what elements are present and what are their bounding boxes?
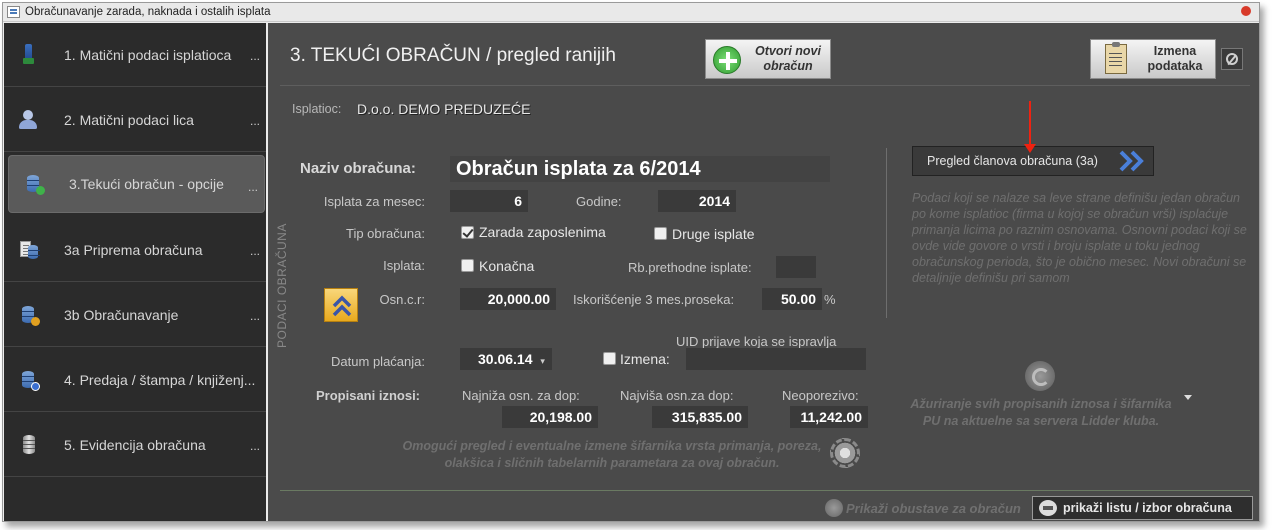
najvisa-field[interactable]: 315,835.00: [652, 406, 748, 428]
database-check-icon: [23, 173, 45, 195]
database-info-icon: [18, 369, 40, 391]
godine-label: Godine:: [576, 194, 622, 209]
sheet-database-icon: [18, 239, 40, 261]
iskor-field[interactable]: 50.00: [762, 288, 822, 310]
naziv-label: Naziv obračuna:: [300, 160, 416, 177]
main-area: 3. TEKUĆI OBRAČUN / pregled ranijih Otvo…: [268, 23, 1259, 521]
isplata-label: Isplata:: [383, 258, 425, 273]
druge-label: Druge isplate: [672, 226, 755, 242]
list-calculations-button[interactable]: prikaži listu / izbor obračuna: [1032, 496, 1253, 520]
izmena-checkbox[interactable]: [603, 352, 616, 365]
double-chevron-right-icon: [1119, 150, 1144, 172]
izmena-label: Izmena:: [620, 351, 670, 367]
page-title: 3. TEKUĆI OBRAČUN / pregled ranijih: [290, 45, 616, 66]
more-dots: ...: [249, 309, 260, 323]
konacna-checkbox[interactable]: [461, 259, 474, 272]
obustave-link[interactable]: Prikaži obustave za obračun: [846, 501, 1021, 516]
chevron-down-icon[interactable]: ▾: [540, 356, 545, 366]
more-dots: ...: [249, 439, 260, 453]
osn-field[interactable]: 20,000.00: [460, 288, 556, 310]
rb-field[interactable]: [776, 256, 816, 278]
more-dots: ...: [249, 244, 260, 258]
payer-name: D.o.o. DEMO PREDUZEĆE: [357, 101, 531, 117]
neoporezivo-field[interactable]: 11,242.00: [790, 406, 868, 428]
bottom-bar: Prikaži obustave za obračun prikaži list…: [268, 495, 1259, 521]
title-bar: Obračunavanje zarada, naknada i ostalih …: [3, 3, 1259, 22]
edit-data-label: Izmena podataka: [1147, 44, 1203, 73]
gear-icon[interactable]: [830, 438, 860, 468]
mesec-label: Isplata za mesec:: [323, 194, 425, 209]
list-calculations-label: prikaži listu / izbor obračuna: [1063, 501, 1232, 515]
datum-value: 30.06.14: [478, 351, 533, 367]
cylinder-icon: [18, 434, 40, 456]
person-icon: [18, 109, 40, 131]
datum-label: Datum plaćanja:: [331, 354, 425, 369]
sidebar-item-label: 5. Evidencija obračuna: [64, 436, 206, 453]
najvisa-label: Najviša osn.za dop:: [620, 388, 734, 403]
naziv-field[interactable]: Obračun isplata za 6/2014: [450, 156, 830, 182]
sifarnik-hint[interactable]: Omogući pregled i eventualne izmene šifa…: [402, 438, 822, 472]
close-icon[interactable]: [1241, 6, 1251, 16]
propisani-label: Propisani iznosi:: [316, 388, 421, 403]
najniza-label: Najniža osn. za dop:: [462, 388, 580, 403]
update-hint[interactable]: Ažuriranje svih propisanih iznosa i šifa…: [908, 396, 1174, 430]
more-dots: ...: [249, 114, 260, 128]
sidebar: 1. Matični podaci isplatioca ... 2. Mati…: [4, 23, 266, 521]
list-icon: [1039, 500, 1057, 516]
block-icon: [1226, 53, 1238, 65]
neoporezivo-label: Neoporezivo:: [782, 388, 859, 403]
sidebar-item-label: 1. Matični podaci isplatioca: [64, 46, 232, 63]
datum-field[interactable]: 30.06.14 ▾: [460, 348, 552, 370]
sidebar-item-maticni-isplatioca[interactable]: 1. Matični podaci isplatioca ...: [4, 23, 266, 87]
cancel-button[interactable]: [1221, 48, 1243, 70]
iskor-unit: %: [824, 292, 836, 307]
mesec-field[interactable]: 6: [450, 190, 528, 212]
app-icon: [7, 6, 20, 18]
sidebar-item-evidencija[interactable]: 5. Evidencija obračuna ...: [4, 413, 266, 477]
sidebar-item-label: 3a Priprema obračuna: [64, 241, 203, 258]
bottle-icon: [18, 43, 40, 66]
osn-label: Osn.c.r:: [379, 292, 425, 307]
sidebar-item-obracunavanje[interactable]: 3b Obračunavanje ...: [4, 283, 266, 347]
sidebar-item-predaja[interactable]: 4. Predaja / štampa / knjiženj...: [4, 348, 266, 412]
app-window: Obračunavanje zarada, naknada i ostalih …: [2, 2, 1260, 522]
konacna-label: Konačna: [479, 258, 535, 274]
sidebar-item-priprema[interactable]: 3a Priprema obračuna ...: [4, 218, 266, 282]
new-calculation-label: Otvori novi obračun: [755, 44, 821, 73]
sidebar-item-label: 2. Matični podaci lica: [64, 111, 194, 128]
godine-field[interactable]: 2014: [658, 190, 736, 212]
more-dots: ...: [249, 49, 260, 63]
window-title: Obračunavanje zarada, naknada i ostalih …: [25, 6, 271, 18]
sidebar-item-label: 3.Tekući obračun - opcije: [69, 176, 224, 192]
iskor-label: Iskorišćenje 3 mes.proseka:: [573, 292, 735, 307]
divider: [886, 148, 887, 318]
update-icon[interactable]: [1025, 361, 1055, 391]
zarada-label: Zarada zaposlenima: [479, 224, 606, 240]
info-text: Podaci koji se nalaze sa leve strane def…: [912, 191, 1247, 285]
druge-checkbox[interactable]: [654, 227, 667, 240]
sidebar-item-label: 3b Obračunavanje: [64, 306, 179, 323]
najniza-field[interactable]: 20,198.00: [502, 406, 598, 428]
section-label: PODACI OBRAČUNA: [275, 223, 289, 348]
pregled-clanova-label: Pregled članova obračuna (3a): [927, 154, 1098, 168]
obustave-icon[interactable]: [825, 499, 843, 517]
edit-data-button[interactable]: Izmena podataka: [1090, 39, 1216, 79]
sidebar-item-tekuci-obracun[interactable]: 3.Tekući obračun - opcije ...: [8, 155, 265, 213]
sidebar-item-label: 4. Predaja / štampa / knjiženj...: [64, 371, 256, 388]
annotation-arrow: [1024, 101, 1036, 153]
calculation-panel: Isplatioc: D.o.o. DEMO PREDUZEĆE PODACI …: [275, 85, 1250, 491]
uid-field[interactable]: [686, 348, 866, 370]
tip-label: Tip obračuna:: [345, 226, 425, 241]
uid-label: UID prijave koja se ispravlja: [676, 334, 837, 349]
clipboard-icon: [1105, 42, 1127, 74]
new-calculation-button[interactable]: Otvori novi obračun: [705, 39, 831, 79]
chevron-down-icon[interactable]: [1184, 395, 1192, 400]
rb-label: Rb.prethodne isplate:: [628, 260, 752, 275]
zarada-checkbox[interactable]: [461, 226, 474, 239]
payer-label: Isplatioc:: [292, 102, 342, 116]
database-star-icon: [18, 304, 40, 326]
plus-icon: [713, 46, 741, 74]
sidebar-item-maticni-lica[interactable]: 2. Matični podaci lica ...: [4, 88, 266, 152]
more-dots: ...: [247, 180, 258, 194]
